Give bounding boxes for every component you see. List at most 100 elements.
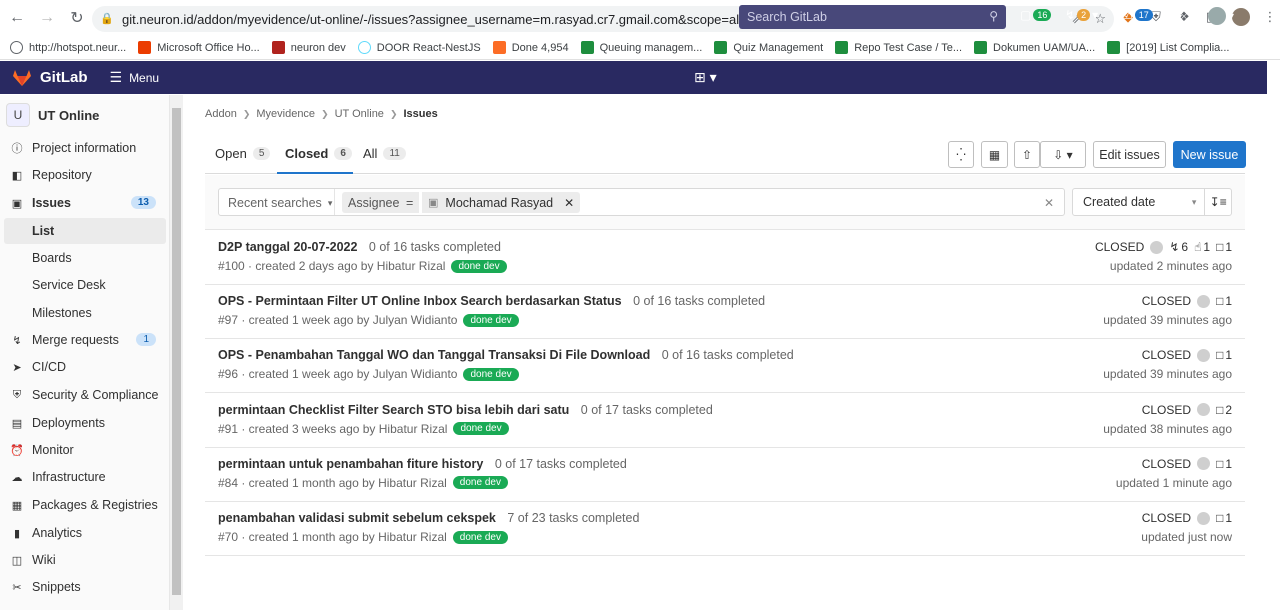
- back-icon[interactable]: ←: [4, 5, 30, 31]
- forward-icon[interactable]: →: [34, 5, 60, 31]
- issue-stats: CLOSED □ 2: [1142, 403, 1232, 417]
- issue-label[interactable]: done dev: [453, 422, 509, 436]
- bookmark[interactable]: http://hotspot.neur...: [10, 41, 126, 54]
- issue-label[interactable]: done dev: [451, 259, 507, 273]
- issue-row[interactable]: penambahan validasi submit sebelum ceksp…: [205, 502, 1245, 556]
- tab-closed[interactable]: Closed 6: [285, 146, 352, 161]
- issue-row[interactable]: D2P tanggal 20-07-2022 0 of 16 tasks com…: [205, 231, 1245, 285]
- filter-token-value[interactable]: ▣ Mochamad Rasyad ✕: [422, 192, 581, 213]
- bookmark[interactable]: [2019] List Complia...: [1107, 41, 1229, 54]
- bookmark[interactable]: DOOR React-NestJS: [357, 41, 481, 54]
- comments[interactable]: □ 2: [1216, 403, 1232, 417]
- merge-requests-header-button[interactable]: ↯ 2 ▾: [1065, 8, 1098, 22]
- bookmark[interactable]: Queuing managem...: [580, 41, 702, 54]
- assignee-avatar[interactable]: [1197, 348, 1211, 362]
- issues-header-button[interactable]: ▢ 16: [1020, 8, 1052, 22]
- todos-header-button[interactable]: ☑ 17: [1122, 8, 1153, 22]
- issue-row[interactable]: permintaan Checklist Filter Search STO b…: [205, 394, 1245, 448]
- bookmark[interactable]: Repo Test Case / Te...: [835, 41, 962, 54]
- issue-state-tabs: Open 5 Closed 6 All 11: [205, 134, 1245, 174]
- comments[interactable]: □ 1: [1216, 294, 1232, 308]
- sidebar-subitem-milestones[interactable]: Milestones: [32, 306, 92, 320]
- breadcrumb-item[interactable]: UT Online: [335, 108, 384, 120]
- issue-title[interactable]: permintaan untuk penambahan fiture histo…: [218, 457, 483, 471]
- download-icon: ⇩ ▾: [1053, 147, 1073, 162]
- breadcrumb-item[interactable]: Myevidence: [256, 108, 315, 120]
- assignee-avatar[interactable]: [1197, 403, 1211, 417]
- sidebar-item-wiki[interactable]: ◫ Wiki: [10, 547, 166, 573]
- bookmark[interactable]: Done 4,954: [492, 41, 569, 54]
- sidebar-subitem-service-desk[interactable]: Service Desk: [32, 278, 106, 292]
- assignee-avatar[interactable]: [1197, 294, 1211, 308]
- sidebar-item-snippets[interactable]: ✂ Snippets: [10, 574, 166, 600]
- issue-title[interactable]: permintaan Checklist Filter Search STO b…: [218, 403, 569, 417]
- bookmark[interactable]: Dokumen UAM/UA...: [974, 41, 1095, 54]
- sidebar-item-packages[interactable]: ▦ Packages & Registries: [10, 492, 166, 518]
- bookmark[interactable]: neuron dev: [271, 41, 346, 54]
- tab-all[interactable]: All 11: [363, 146, 406, 161]
- plus-icon[interactable]: ⊞ ▾: [694, 69, 717, 86]
- gitlab-logo[interactable]: GitLab: [12, 69, 88, 87]
- search-input[interactable]: Search GitLab ⚲: [739, 5, 1006, 29]
- sort-dropdown[interactable]: Created date ▾: [1073, 189, 1206, 215]
- related-mrs[interactable]: ↯ 6: [1169, 240, 1188, 254]
- comments[interactable]: □ 1: [1216, 348, 1232, 362]
- edit-issues-button[interactable]: Edit issues: [1093, 141, 1166, 168]
- issue-row[interactable]: OPS - Permintaan Filter UT Online Inbox …: [205, 285, 1245, 340]
- new-issue-button[interactable]: New issue: [1173, 141, 1246, 168]
- assignee-avatar[interactable]: [1197, 457, 1211, 471]
- issue-title[interactable]: D2P tanggal 20-07-2022: [218, 240, 357, 254]
- clear-search-icon[interactable]: ✕: [1044, 196, 1054, 210]
- calendar-button[interactable]: ▦: [981, 141, 1008, 168]
- breadcrumb-item[interactable]: Addon: [205, 108, 237, 120]
- filter-token-key[interactable]: Assignee: [342, 192, 406, 213]
- sidebar-item-deployments[interactable]: ▤ Deployments: [10, 410, 166, 436]
- project-header[interactable]: U UT Online: [6, 103, 99, 127]
- user-menu[interactable]: ▾: [1208, 7, 1234, 25]
- menu-button[interactable]: ☰ Menu: [110, 69, 160, 86]
- issue-label[interactable]: done dev: [463, 367, 519, 381]
- bookmark[interactable]: Quiz Management: [714, 41, 823, 54]
- help-button[interactable]: ⓘ ▾: [1162, 8, 1182, 25]
- filter-token-operator[interactable]: =: [400, 192, 420, 213]
- issue-row[interactable]: permintaan untuk penambahan fiture histo…: [205, 448, 1245, 502]
- comments[interactable]: □ 1: [1216, 457, 1232, 471]
- issue-label[interactable]: done dev: [463, 313, 519, 327]
- profile-avatar[interactable]: [1232, 8, 1250, 26]
- tab-open[interactable]: Open 5: [215, 146, 271, 161]
- reload-icon[interactable]: ↻: [64, 5, 90, 31]
- issue-title-line: permintaan untuk penambahan fiture histo…: [218, 457, 627, 471]
- sidebar-item-project-information[interactable]: ⓘ Project information: [10, 135, 166, 161]
- sort-direction-button[interactable]: ↧≡: [1205, 189, 1231, 215]
- sidebar-subitem-list[interactable]: List: [32, 224, 54, 238]
- assignee-avatar[interactable]: [1197, 511, 1211, 525]
- todo-icon: ☑: [1122, 8, 1133, 22]
- comments[interactable]: □ 1: [1216, 511, 1232, 525]
- issue-label[interactable]: done dev: [452, 476, 508, 490]
- issue-title[interactable]: OPS - Permintaan Filter UT Online Inbox …: [218, 294, 622, 308]
- issue-label[interactable]: done dev: [452, 530, 508, 544]
- breadcrumb-current[interactable]: Issues: [403, 108, 437, 120]
- sidebar-item-cicd[interactable]: ➤ CI/CD: [10, 354, 166, 380]
- bookmark[interactable]: Microsoft Office Ho...: [138, 41, 260, 54]
- sidebar-item-merge-requests[interactable]: ↯ Merge requests 1: [10, 327, 166, 353]
- sidebar-subitem-boards[interactable]: Boards: [32, 251, 72, 265]
- sidebar-item-issues[interactable]: ▣ Issues 13: [10, 190, 166, 216]
- export-button[interactable]: ⇧: [1014, 141, 1040, 168]
- sidebar-item-security[interactable]: ⛨ Security & Compliance: [10, 382, 166, 408]
- sidebar-item-monitor[interactable]: ⏰ Monitor: [10, 437, 166, 463]
- kebab-menu-icon[interactable]: ⋮: [1262, 9, 1278, 25]
- issue-title[interactable]: OPS - Penambahan Tanggal WO dan Tanggal …: [218, 348, 650, 362]
- sidebar-item-repository[interactable]: ◧ Repository: [10, 162, 166, 188]
- comments[interactable]: □ 1: [1216, 240, 1232, 254]
- recent-searches-dropdown[interactable]: Recent searches ▾: [228, 196, 332, 210]
- rss-button[interactable]: ⁛: [948, 141, 974, 168]
- issue-title[interactable]: penambahan validasi submit sebelum ceksp…: [218, 511, 496, 525]
- assignee-avatar[interactable]: [1150, 240, 1164, 254]
- import-dropdown-button[interactable]: ⇩ ▾: [1040, 141, 1086, 168]
- close-icon[interactable]: ✕: [564, 196, 574, 210]
- sidebar-item-infrastructure[interactable]: ☁ Infrastructure: [10, 464, 166, 490]
- scrollbar-thumb[interactable]: [172, 108, 181, 595]
- issue-row[interactable]: OPS - Penambahan Tanggal WO dan Tanggal …: [205, 339, 1245, 394]
- sidebar-item-analytics[interactable]: ▮ Analytics: [10, 520, 166, 546]
